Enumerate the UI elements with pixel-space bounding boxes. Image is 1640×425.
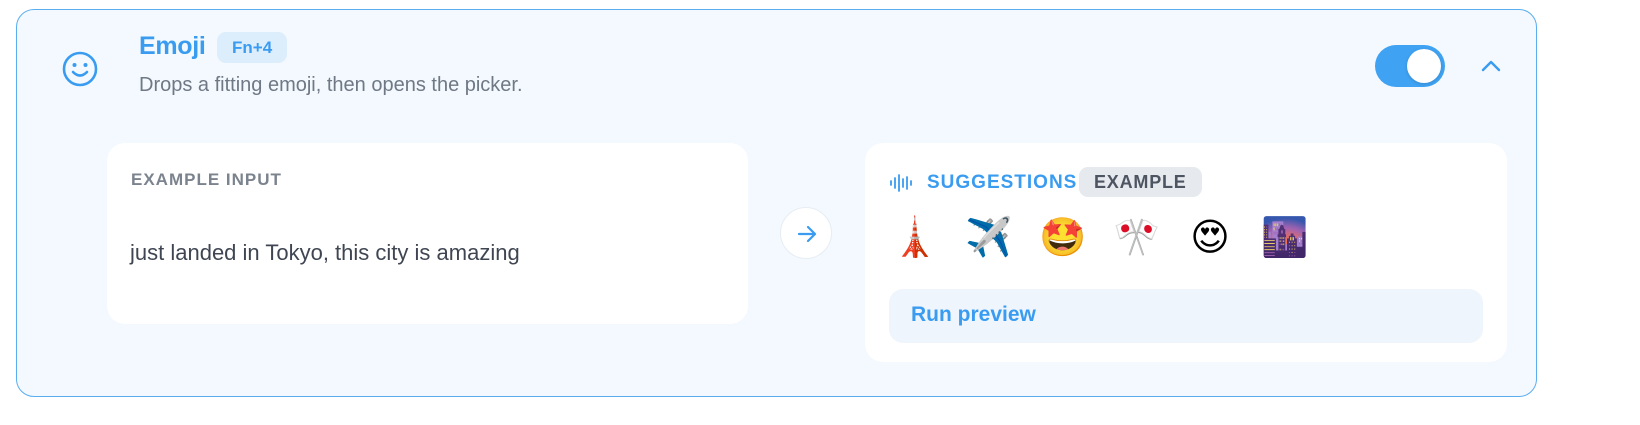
enable-toggle[interactable] (1375, 45, 1445, 87)
emoji-suggestion-list: 🗼 ✈️ 🤩 🎌 😍 🌆 (891, 215, 1308, 261)
emoji-suggestion-airplane[interactable]: ✈️ (965, 215, 1012, 261)
suggestions-label: SUGGESTIONS (927, 172, 1078, 193)
example-badge: EXAMPLE (1079, 167, 1202, 197)
emoji-suggestion-heart-eyes[interactable]: 😍 (1187, 215, 1233, 261)
emoji-suggestion-star-struck[interactable]: 🤩 (1039, 215, 1086, 261)
suggestions-panel: SUGGESTIONS EXAMPLE 🗼 ✈️ 🤩 🎌 😍 🌆 Run pre… (865, 143, 1507, 362)
chevron-up-icon[interactable] (1477, 54, 1505, 78)
run-preview-button[interactable]: Run preview (889, 289, 1483, 343)
smile-icon (62, 51, 98, 87)
toggle-knob (1407, 49, 1441, 83)
waveform-icon (890, 174, 912, 192)
arrow-right-icon (797, 225, 817, 243)
run-preview-label: Run preview (911, 303, 1036, 326)
feature-description: Drops a fitting emoji, then opens the pi… (139, 74, 523, 96)
emoji-suggestion-tokyo-tower[interactable]: 🗼 (891, 215, 938, 261)
emoji-feature-card: Emoji Fn+4 Drops a fitting emoji, then o… (16, 9, 1537, 397)
feature-title: Emoji (139, 32, 206, 60)
example-input-label: EXAMPLE INPUT (131, 170, 282, 189)
emoji-suggestion-crossed-flags[interactable]: 🎌 (1113, 215, 1160, 261)
example-input-panel: EXAMPLE INPUT just landed in Tokyo, this… (107, 143, 748, 324)
arrow-button[interactable] (780, 207, 832, 259)
example-input-text: just landed in Tokyo, this city is amazi… (130, 240, 520, 265)
shortcut-badge: Fn+4 (217, 32, 288, 63)
emoji-suggestion-cityscape-dusk[interactable]: 🌆 (1261, 215, 1308, 261)
